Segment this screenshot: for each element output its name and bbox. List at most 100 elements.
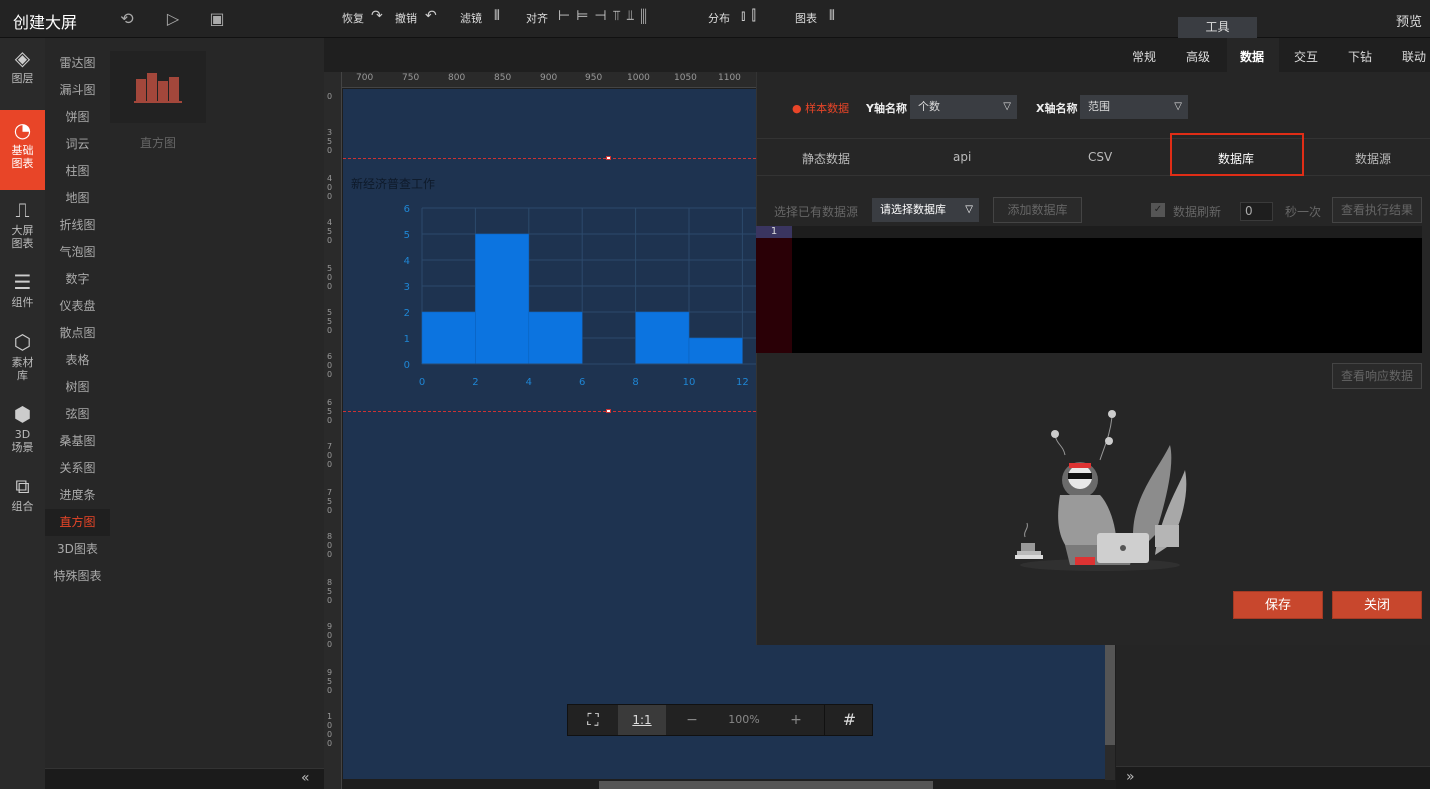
category-item[interactable]: 进度条 <box>45 482 110 509</box>
category-item[interactable]: 树图 <box>45 374 110 401</box>
grid-icon[interactable]: # <box>824 705 874 735</box>
histogram-bar[interactable] <box>688 337 743 365</box>
undo-icon[interactable]: ↶ <box>425 8 437 24</box>
chevron-down-icon: ▽ <box>1003 101 1011 112</box>
nav-group[interactable]: ⧉ 组合 <box>0 466 45 538</box>
subtab-static[interactable]: 静态数据 <box>802 150 850 167</box>
ruler-tick: 900 <box>540 73 558 83</box>
category-item[interactable]: 折线图 <box>45 212 110 239</box>
add-database-button[interactable]: 添加数据库 <box>993 197 1082 223</box>
histogram-bar[interactable] <box>528 311 583 365</box>
histogram-bar[interactable] <box>421 311 476 365</box>
resize-handle-bottom[interactable] <box>606 409 611 413</box>
category-item[interactable]: 漏斗图 <box>45 77 110 104</box>
undo-button[interactable]: 撤销 <box>395 10 417 26</box>
category-item[interactable]: 特殊图表 <box>45 563 110 590</box>
x-tick-label: 2 <box>472 377 478 388</box>
expand-right-icon[interactable]: » <box>1126 769 1135 785</box>
resize-handle-top[interactable] <box>606 156 611 160</box>
histogram-chart[interactable]: 01234560 2 4 6 8 10 12 <box>395 198 756 394</box>
tab-interaction[interactable]: 交互 <box>1294 48 1318 65</box>
category-item[interactable]: 表格 <box>45 347 110 374</box>
tab-drilldown[interactable]: 下钻 <box>1348 48 1372 65</box>
nav-basic-charts[interactable]: ◔ 基础图表 <box>0 110 45 190</box>
category-item[interactable]: 散点图 <box>45 320 110 347</box>
preview-button[interactable]: 预览 <box>1396 11 1422 30</box>
subtab-api[interactable]: api <box>953 150 971 164</box>
tab-linkage[interactable]: 联动 <box>1402 48 1426 65</box>
editor-active-line[interactable] <box>792 226 1422 238</box>
chart-icon[interactable]: ⫴ <box>829 8 835 24</box>
tab-data[interactable]: 数据 <box>1240 48 1264 65</box>
view-result-button[interactable]: 查看执行结果 <box>1332 197 1422 223</box>
save-button[interactable]: 保存 <box>1233 591 1323 619</box>
category-item[interactable]: 仪表盘 <box>45 293 110 320</box>
tab-general[interactable]: 常规 <box>1132 48 1156 65</box>
fit-screen-icon[interactable]: ⛶ <box>568 705 618 735</box>
editor-gutter <box>756 226 792 353</box>
histogram-bar[interactable] <box>475 233 530 365</box>
filter-icon[interactable]: ⫴ <box>494 8 500 24</box>
nav-3d-scene[interactable]: ⬢ 3D场景 <box>0 394 45 466</box>
category-item[interactable]: 气泡图 <box>45 239 110 266</box>
nav-layers[interactable]: ◈ 图层 <box>0 38 45 110</box>
redo-button[interactable]: 恢复 <box>342 10 364 26</box>
y-axis-select[interactable]: 个数 ▽ <box>910 95 1017 119</box>
back-icon[interactable]: ⟲ <box>118 10 136 28</box>
histogram-thumbnail[interactable] <box>110 51 206 123</box>
nav-materials[interactable]: ⬡ 素材库 <box>0 322 45 394</box>
y-tick-label: 6 <box>404 204 410 215</box>
category-item[interactable]: 柱图 <box>45 158 110 185</box>
sql-editor[interactable] <box>756 226 1422 353</box>
redo-icon[interactable]: ↷ <box>371 8 383 24</box>
save-icon[interactable]: ▣ <box>208 10 226 28</box>
category-item[interactable]: 3D图表 <box>45 536 110 563</box>
view-response-button[interactable]: 查看响应数据 <box>1332 363 1422 389</box>
sample-data-link[interactable]: ● 样本数据 <box>792 100 849 116</box>
close-button[interactable]: 关闭 <box>1332 591 1422 619</box>
x-axis-select[interactable]: 范围 ▽ <box>1080 95 1188 119</box>
nav-screen-charts[interactable]: ⎍ 大屏图表 <box>0 190 45 262</box>
category-item[interactable]: 词云 <box>45 131 110 158</box>
ruler-tick: 700 <box>356 73 374 83</box>
category-item[interactable]: 桑基图 <box>45 428 110 455</box>
category-item[interactable]: 地图 <box>45 185 110 212</box>
chart-button[interactable]: 图表 <box>795 10 817 26</box>
ruler-tick: 400 <box>327 174 333 201</box>
align-icons[interactable]: ⊢⊨⊣⫪⫫⫼ <box>558 8 653 24</box>
category-item[interactable]: 弦图 <box>45 401 110 428</box>
refresh-interval-input[interactable]: 0 <box>1240 202 1273 221</box>
y-tick-label: 5 <box>404 230 410 241</box>
category-item[interactable]: 雷达图 <box>45 50 110 77</box>
collapse-left-icon[interactable]: « <box>301 770 310 786</box>
ratio-1to1-button[interactable]: 1:1 <box>618 705 666 735</box>
empty-state-illustration <box>1015 410 1187 571</box>
subtab-datasource[interactable]: 数据源 <box>1355 150 1391 167</box>
vertical-scrollbar[interactable] <box>1105 645 1115 745</box>
refresh-checkbox[interactable]: ✓ <box>1151 203 1165 217</box>
ruler-tick: 750 <box>327 488 333 515</box>
ruler-tick: 800 <box>448 73 466 83</box>
zoom-level: 100% <box>728 713 760 726</box>
database-select[interactable]: 请选择数据库 ▽ <box>872 198 979 222</box>
zoom-out-button[interactable]: − <box>672 705 712 735</box>
play-icon[interactable]: ▷ <box>164 10 182 28</box>
category-item[interactable]: 数字 <box>45 266 110 293</box>
category-item-histogram[interactable]: 直方图 <box>45 509 110 536</box>
tab-advanced[interactable]: 高级 <box>1186 48 1210 65</box>
category-item[interactable]: 关系图 <box>45 455 110 482</box>
ruler-tick: 900 <box>327 622 333 649</box>
filter-button[interactable]: 滤镜 <box>460 10 482 26</box>
nav-components[interactable]: ☰ 组件 <box>0 262 45 322</box>
tools-tab[interactable]: 工具 <box>1178 17 1257 38</box>
align-button[interactable]: 对齐 <box>526 10 548 26</box>
category-item[interactable]: 饼图 <box>45 104 110 131</box>
subtab-csv[interactable]: CSV <box>1088 150 1112 164</box>
zoom-in-button[interactable]: + <box>776 705 816 735</box>
distribute-button[interactable]: 分布 <box>708 10 730 26</box>
group-icon: ⧉ <box>15 474 30 498</box>
histogram-bar[interactable] <box>635 311 690 365</box>
ruler-tick: 650 <box>327 398 333 425</box>
distribute-icons[interactable]: ⫾⫿ <box>741 8 762 24</box>
horizontal-scrollbar[interactable] <box>599 781 933 789</box>
